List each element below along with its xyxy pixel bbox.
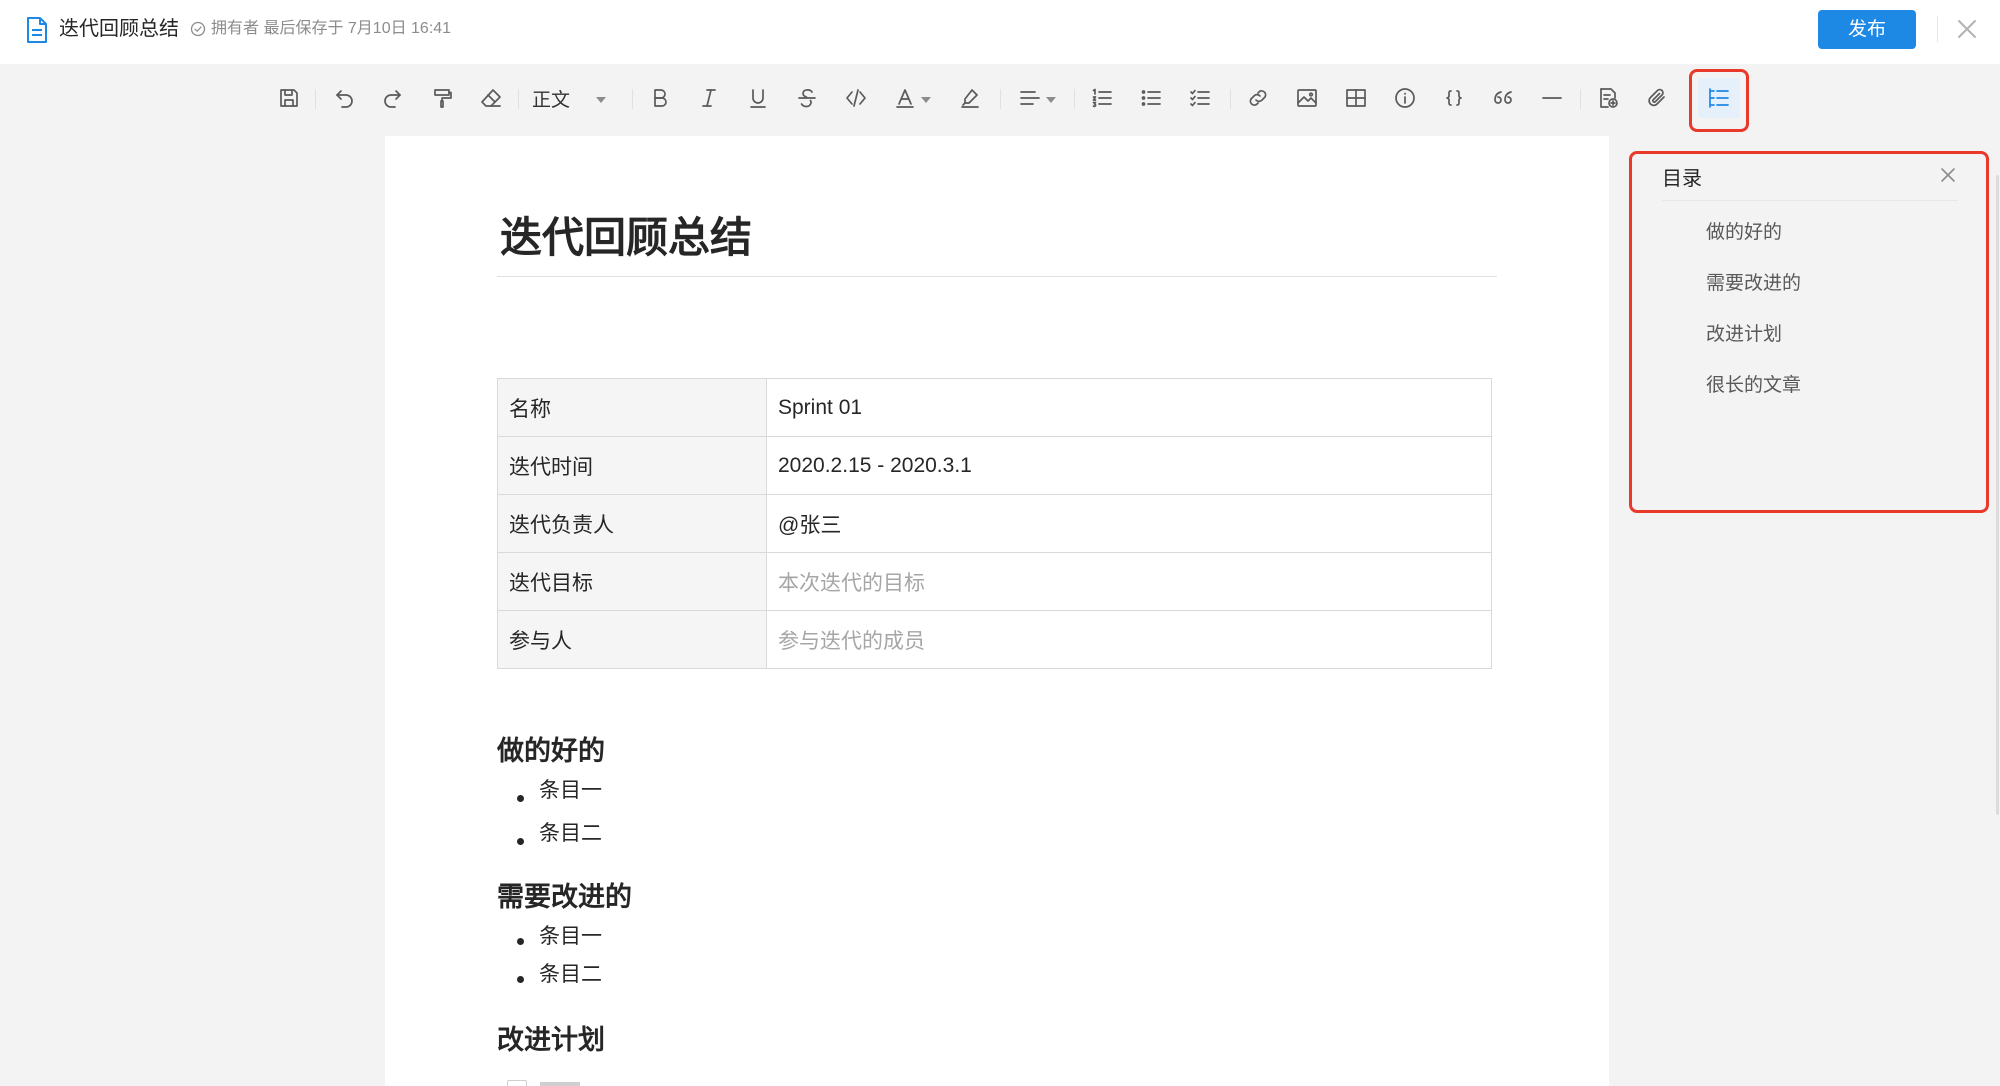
title-divider (497, 276, 1497, 277)
task-list-icon[interactable] (1183, 80, 1217, 116)
list-item[interactable]: 条目一 (497, 776, 602, 819)
info-table: 名称 Sprint 01 迭代时间 2020.2.15 - 2020.3.1 迭… (497, 378, 1492, 669)
bullet-list: 条目一 条目二 (497, 776, 602, 862)
top-bar: 迭代回顾总结 拥有者 最后保存于 7月10日 16:41 发布 (0, 0, 2000, 64)
table-key-cell[interactable]: 迭代时间 (497, 436, 767, 495)
task-checkbox[interactable] (507, 1080, 527, 1086)
toolbar-separator (1074, 89, 1075, 109)
table-key-cell[interactable]: 迭代目标 (497, 552, 767, 611)
code-block-icon[interactable] (1437, 80, 1471, 116)
task-item-clipped (540, 1082, 580, 1086)
table-key-cell[interactable]: 名称 (497, 378, 767, 437)
chevron-down-icon (921, 97, 931, 103)
table-icon[interactable] (1339, 80, 1373, 116)
document-icon (27, 17, 47, 43)
table-key-cell[interactable]: 迭代负责人 (497, 494, 767, 553)
section-heading[interactable]: 需要改进的 (497, 879, 632, 915)
bullet-list-icon[interactable] (1134, 80, 1168, 116)
code-icon[interactable] (839, 80, 873, 116)
paragraph-style-value: 正文 (532, 89, 571, 111)
save-status: 拥有者 最后保存于 7月10日 16:41 (190, 16, 451, 42)
image-icon[interactable] (1290, 80, 1324, 116)
underline-icon[interactable] (741, 80, 775, 116)
document-page: 迭代回顾总结 名称 Sprint 01 迭代时间 2020.2.15 - 202… (385, 136, 1609, 1086)
table-value-placeholder[interactable]: 本次迭代的目标 (766, 552, 1492, 611)
publish-button[interactable]: 发布 (1818, 10, 1916, 49)
toolbar-separator (1230, 89, 1231, 109)
chevron-down-icon (1046, 97, 1056, 103)
table-row: 名称 Sprint 01 (497, 378, 1492, 437)
divider-icon[interactable] (1535, 80, 1569, 116)
toolbar-separator (632, 89, 633, 109)
eraser-icon[interactable] (474, 80, 508, 116)
highlight-icon[interactable] (953, 80, 987, 116)
table-value-cell[interactable]: 2020.2.15 - 2020.3.1 (766, 436, 1492, 495)
check-circle-icon (190, 21, 206, 37)
table-row: 迭代目标 本次迭代的目标 (497, 552, 1492, 611)
save-icon[interactable] (272, 80, 306, 116)
list-item[interactable]: 条目二 (497, 819, 602, 862)
toolbar-separator (518, 89, 519, 109)
section-heading[interactable]: 做的好的 (497, 733, 605, 769)
toolbar-separator (315, 89, 316, 109)
table-row: 迭代负责人 @张三 (497, 494, 1492, 553)
scrollbar[interactable] (1996, 175, 1999, 815)
italic-icon[interactable] (692, 80, 726, 116)
font-color-icon[interactable] (888, 80, 936, 116)
format-painter-icon[interactable] (425, 80, 459, 116)
section-heading[interactable]: 改进计划 (497, 1022, 605, 1058)
table-row: 迭代时间 2020.2.15 - 2020.3.1 (497, 436, 1492, 495)
table-value-placeholder[interactable]: 参与迭代的成员 (766, 610, 1492, 669)
toc-panel-highlight (1629, 151, 1989, 513)
info-icon[interactable] (1388, 80, 1422, 116)
redo-icon[interactable] (376, 80, 410, 116)
ordered-list-icon[interactable] (1085, 80, 1119, 116)
quote-icon[interactable] (1486, 80, 1520, 116)
align-icon[interactable] (1012, 80, 1062, 116)
close-icon[interactable] (1955, 17, 1979, 41)
table-value-cell[interactable]: @张三 (766, 494, 1492, 553)
link-icon[interactable] (1241, 80, 1275, 116)
embed-icon[interactable] (1591, 80, 1625, 116)
page-title[interactable]: 迭代回顾总结 (500, 211, 752, 265)
toc-toggle-highlight (1689, 69, 1749, 132)
paragraph-style-select[interactable]: 正文 (532, 80, 622, 116)
toolbar-separator (1000, 89, 1001, 109)
table-value-cell[interactable]: Sprint 01 (766, 378, 1492, 437)
table-key-cell[interactable]: 参与人 (497, 610, 767, 669)
bullet-list: 条目一 条目二 (497, 922, 602, 998)
bold-icon[interactable] (643, 80, 677, 116)
document-title: 迭代回顾总结 (59, 18, 179, 40)
strikethrough-icon[interactable] (790, 80, 824, 116)
toolbar-separator (1580, 89, 1581, 109)
list-item[interactable]: 条目二 (497, 960, 602, 998)
save-status-text: 拥有者 最后保存于 7月10日 16:41 (211, 20, 452, 37)
header-divider (1937, 16, 1938, 42)
chevron-down-icon (596, 97, 607, 103)
undo-icon[interactable] (327, 80, 361, 116)
table-row: 参与人 参与迭代的成员 (497, 610, 1492, 669)
attachment-icon[interactable] (1640, 80, 1674, 116)
list-item[interactable]: 条目一 (497, 922, 602, 960)
